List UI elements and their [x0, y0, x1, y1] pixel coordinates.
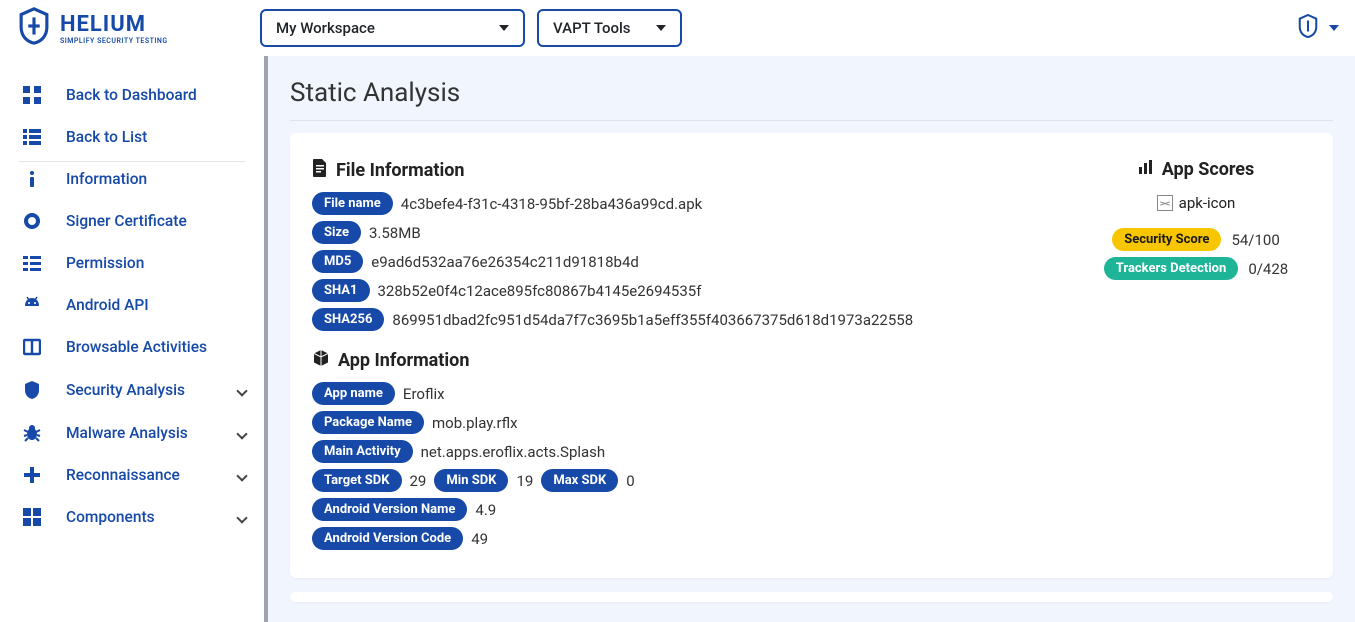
file-info-heading: File Information [312, 159, 1053, 182]
value-trackers-detection: 0/428 [1248, 260, 1288, 278]
value-target-sdk: 29 [410, 472, 427, 490]
sidebar-item-label: Back to List [66, 128, 147, 146]
components-icon [18, 508, 46, 526]
sidebar-item-label: Information [66, 170, 147, 188]
value-md5: e9ad6d532aa76e26354c211d91818b4d [371, 253, 639, 271]
plus-icon [18, 466, 46, 484]
value-size: 3.58MB [369, 224, 421, 242]
brand-tagline: SIMPLIFY SECURITY TESTING [60, 37, 168, 45]
label-app-name: App name [312, 382, 395, 405]
apk-icon-placeholder: apk-icon [1157, 194, 1236, 212]
file-icon [312, 159, 328, 182]
label-version-code: Android Version Code [312, 527, 463, 550]
value-package-name: mob.play.rflx [432, 414, 518, 432]
brand-logo: HELIUM SIMPLIFY SECURITY TESTING [16, 6, 260, 50]
sidebar-item-signer-certificate[interactable]: Signer Certificate [0, 200, 264, 242]
value-sha1: 328b52e0f4c12ace895fc80867b4145e2694535f [378, 282, 702, 300]
shield-icon [1297, 13, 1319, 43]
sidebar-item-information[interactable]: Information [0, 158, 264, 200]
app-info-heading: App Information [312, 349, 1053, 372]
sidebar: Back to Dashboard Back to List Informati… [0, 56, 264, 622]
sidebar-item-components[interactable]: Components [0, 496, 264, 538]
label-file-name: File name [312, 192, 393, 215]
value-security-score: 54/100 [1231, 231, 1279, 249]
chevron-down-icon [238, 424, 246, 442]
label-target-sdk: Target SDK [312, 469, 402, 492]
value-file-name: 4c3befe4-f31c-4318-95bf-28ba436a99cd.apk [401, 195, 702, 213]
sidebar-item-label: Malware Analysis [66, 424, 188, 442]
sidebar-item-permission[interactable]: Permission [0, 242, 264, 284]
label-max-sdk: Max SDK [541, 469, 618, 492]
next-card-peek [290, 592, 1333, 602]
info-icon [18, 170, 46, 188]
app-scores-panel: App Scores apk-icon Security Score 54/10… [1081, 153, 1311, 556]
caret-down-icon [499, 25, 509, 31]
certificate-icon [18, 212, 46, 230]
cube-icon [312, 349, 330, 372]
bug-icon [18, 424, 46, 442]
sidebar-item-label: Reconnaissance [66, 466, 180, 484]
label-min-sdk: Min SDK [434, 469, 508, 492]
tools-select-value: VAPT Tools [553, 19, 631, 37]
chevron-down-icon [238, 466, 246, 484]
sidebar-item-malware-analysis[interactable]: Malware Analysis [0, 412, 264, 454]
sidebar-item-label: Back to Dashboard [66, 86, 197, 104]
shield-icon [18, 380, 46, 400]
label-security-score: Security Score [1112, 228, 1221, 251]
caret-down-icon [656, 25, 666, 31]
broken-image-icon [1157, 195, 1173, 211]
tools-select[interactable]: VAPT Tools [537, 9, 682, 47]
value-version-code: 49 [471, 530, 488, 548]
label-package-name: Package Name [312, 411, 424, 434]
value-app-name: Eroflix [403, 385, 445, 403]
info-card: File Information File name 4c3befe4-f31c-… [290, 133, 1333, 578]
sidebar-item-back-dashboard[interactable]: Back to Dashboard [0, 74, 264, 116]
sidebar-item-label: Android API [66, 296, 149, 314]
page-title: Static Analysis [290, 78, 1333, 108]
label-sha1: SHA1 [312, 279, 370, 302]
label-sha256: SHA256 [312, 308, 384, 331]
account-menu[interactable] [1297, 13, 1339, 43]
sidebar-item-reconnaissance[interactable]: Reconnaissance [0, 454, 264, 496]
brand-name: HELIUM [60, 12, 168, 37]
value-min-sdk: 19 [516, 472, 533, 490]
app-scores-heading: App Scores [1081, 159, 1311, 180]
label-main-activity: Main Activity [312, 440, 413, 463]
sidebar-item-label: Security Analysis [66, 381, 185, 399]
workspace-select[interactable]: My Workspace [260, 9, 525, 47]
chevron-down-icon [238, 508, 246, 526]
sidebar-item-back-list[interactable]: Back to List [0, 116, 264, 158]
label-size: Size [312, 221, 361, 244]
divider [290, 120, 1333, 121]
dashboard-icon [18, 86, 46, 104]
value-version-name: 4.9 [475, 501, 496, 519]
chevron-down-icon [238, 381, 246, 399]
workspace-select-value: My Workspace [276, 19, 375, 37]
content-area: Static Analysis File Information File na… [264, 56, 1355, 622]
sidebar-item-browsable-activities[interactable]: Browsable Activities [0, 326, 264, 368]
sidebar-item-label: Permission [66, 254, 144, 272]
label-version-name: Android Version Name [312, 498, 467, 521]
browsable-icon [18, 338, 46, 356]
sidebar-item-label: Signer Certificate [66, 212, 187, 230]
label-md5: MD5 [312, 250, 363, 273]
list-icon [18, 128, 46, 146]
sidebar-item-security-analysis[interactable]: Security Analysis [0, 368, 264, 412]
sidebar-item-label: Components [66, 508, 155, 526]
file-and-app-info: File Information File name 4c3befe4-f31c-… [312, 153, 1053, 556]
sidebar-item-android-api[interactable]: Android API [0, 284, 264, 326]
value-max-sdk: 0 [626, 472, 634, 490]
value-sha256: 869951dbad2fc951d54da7f7c3695b1a5eff355f… [392, 311, 913, 329]
value-main-activity: net.apps.eroflix.acts.Splash [421, 443, 606, 461]
caret-down-icon [1329, 25, 1339, 31]
permissions-icon [18, 254, 46, 272]
sidebar-item-label: Browsable Activities [66, 338, 207, 356]
label-trackers-detection: Trackers Detection [1104, 257, 1239, 280]
chart-icon [1138, 159, 1154, 180]
android-icon [18, 296, 46, 314]
shield-icon [16, 6, 52, 50]
